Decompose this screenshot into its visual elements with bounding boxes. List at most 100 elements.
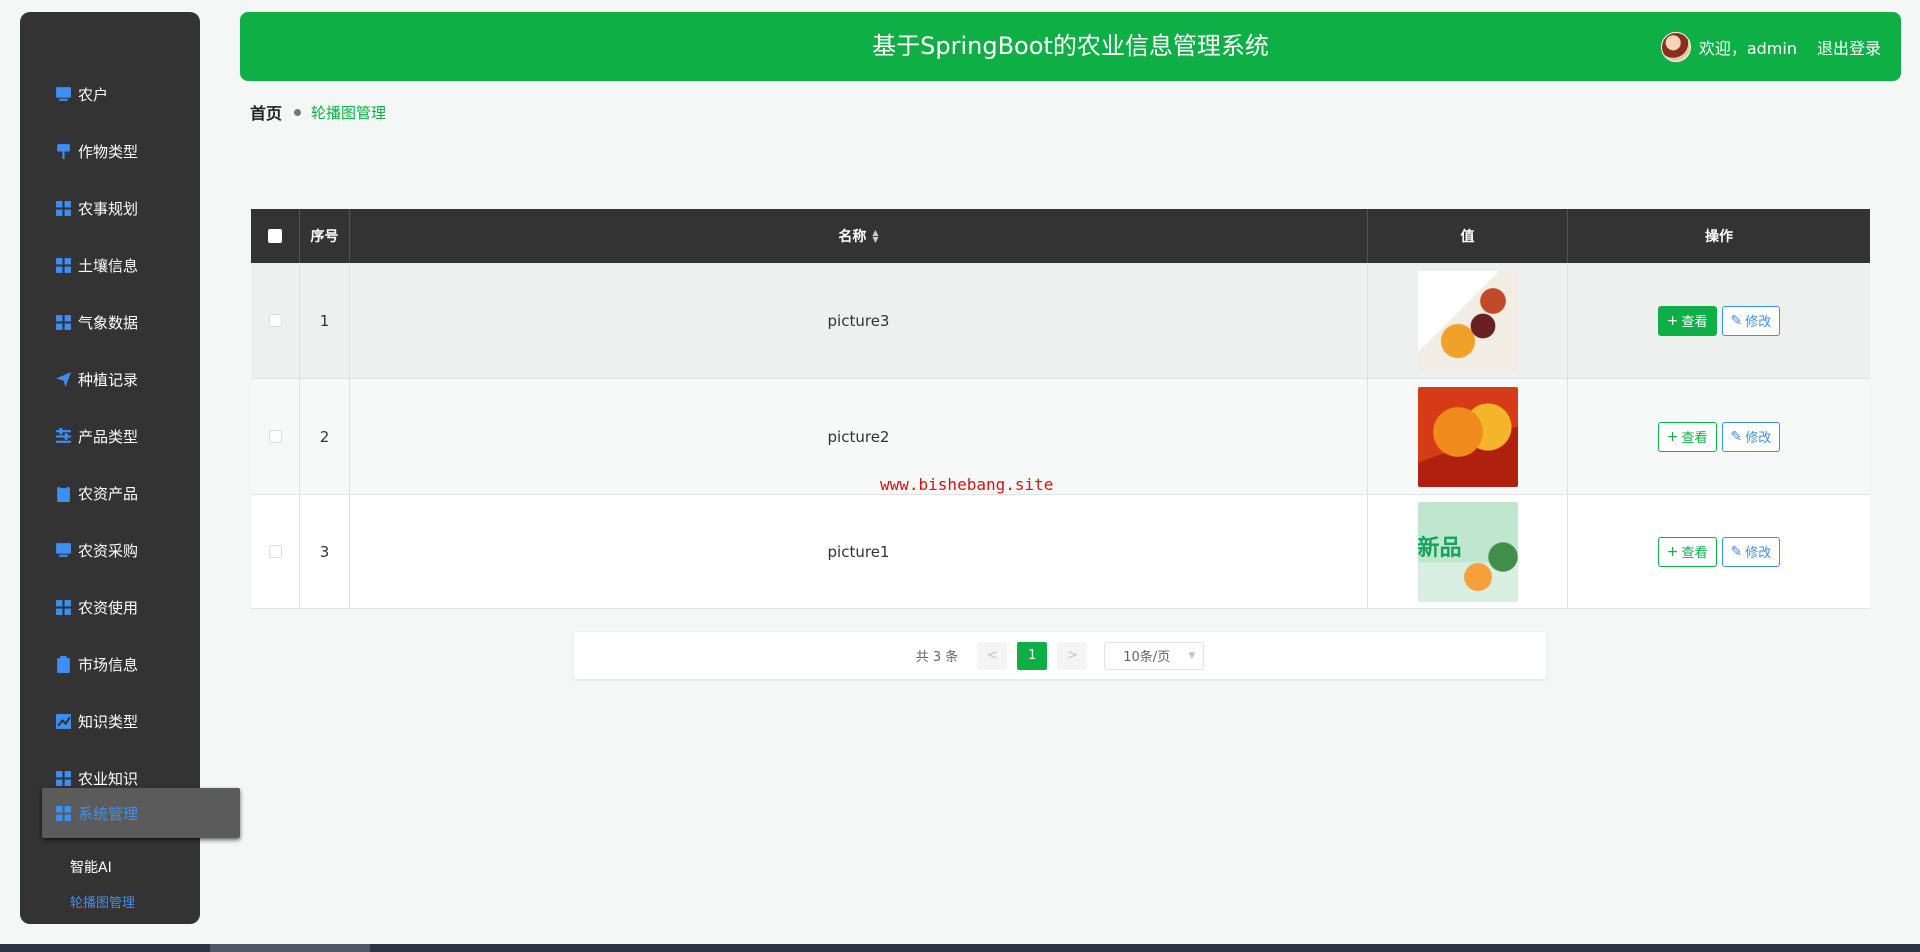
- breadcrumb: 首页 轮播图管理: [250, 100, 386, 124]
- view-label: 查看: [1681, 431, 1708, 446]
- sidebar-item-label: 农户: [78, 85, 109, 104]
- thumbnail-text: 新品: [1417, 535, 1462, 561]
- header-index: 序号: [300, 209, 350, 263]
- row-select-cell: [251, 263, 300, 378]
- grid-icon: [55, 314, 72, 331]
- grid-icon: [55, 200, 72, 217]
- row-operations: + 查看 ✎ 修改: [1568, 379, 1870, 494]
- monitor-icon: [55, 86, 72, 103]
- sidebar-item-label: 种植记录: [78, 370, 139, 389]
- sidebar-item-market-info[interactable]: 市场信息: [20, 644, 200, 684]
- header-name[interactable]: 名称 ▲ ▼: [350, 209, 1368, 263]
- sidebar-item-label: 产品类型: [78, 427, 139, 446]
- grid-icon: [55, 599, 72, 616]
- sidebar-item-label: 土壤信息: [78, 256, 139, 275]
- plus-icon: +: [1666, 312, 1679, 329]
- taskbar-active-item[interactable]: [210, 944, 370, 952]
- row-checkbox[interactable]: [268, 545, 282, 558]
- sidebar-item-planting-record[interactable]: 种植记录: [20, 359, 200, 399]
- pagination: 共 3 条 < 1 > 10条/页 ▼: [574, 632, 1546, 679]
- sidebar-item-label: 农事规划: [78, 199, 139, 218]
- plus-icon: +: [1666, 543, 1679, 560]
- breadcrumb-home[interactable]: 首页: [250, 100, 282, 124]
- sidebar-item-soil-info[interactable]: 土壤信息: [20, 245, 200, 285]
- sidebar-item-label: 作物类型: [78, 142, 139, 161]
- sidebar-item-knowledge-type[interactable]: 知识类型: [20, 701, 200, 741]
- clipboard-x-icon: [55, 484, 72, 502]
- sidebar: 农户 作物类型 农事规划 土壤信息 气象数据 种植记录 产品类型 农资产品 农资…: [20, 12, 240, 924]
- sidebar-item-label: 系统管理: [78, 804, 139, 823]
- prev-page-button[interactable]: <: [977, 641, 1008, 670]
- row-index: 2: [300, 379, 350, 494]
- next-page-button[interactable]: >: [1057, 641, 1088, 670]
- user-box: 欢迎，admin 退出登录: [1660, 12, 1881, 81]
- breadcrumb-separator: [294, 108, 302, 116]
- row-value: 新品: [1368, 495, 1568, 608]
- monitor-icon: [55, 542, 72, 559]
- edit-label: 修改: [1745, 431, 1772, 446]
- sliders-icon: [55, 427, 72, 445]
- select-all-checkbox[interactable]: [268, 229, 282, 243]
- pin-icon: [55, 143, 72, 160]
- sidebar-item-label: 农资使用: [78, 598, 139, 617]
- sidebar-item-farm-plan[interactable]: 农事规划: [20, 188, 200, 228]
- view-button[interactable]: + 查看: [1657, 421, 1717, 452]
- row-index: 3: [300, 495, 350, 608]
- table-row: 3 picture1 新品 + 查看 ✎ 修改: [251, 495, 1870, 609]
- chevron-down-icon: ▼: [1188, 650, 1196, 661]
- edit-label: 修改: [1745, 546, 1772, 561]
- view-button[interactable]: + 查看: [1657, 305, 1717, 336]
- edit-label: 修改: [1745, 315, 1772, 330]
- header-select-all: [251, 209, 300, 263]
- table-row: 2 picture2 + 查看 ✎ 修改: [251, 379, 1870, 495]
- view-label: 查看: [1681, 546, 1708, 561]
- row-checkbox[interactable]: [268, 430, 282, 443]
- pagination-total: 共 3 条: [915, 650, 959, 665]
- grid-icon: [55, 770, 72, 787]
- row-value: [1368, 263, 1568, 378]
- row-value: [1368, 379, 1568, 494]
- grid-icon: [55, 257, 72, 274]
- submenu-item-carousel-management[interactable]: 轮播图管理: [70, 892, 135, 911]
- table-row: 1 picture3 + 查看 ✎ 修改: [251, 263, 1870, 379]
- sidebar-item-crop-type[interactable]: 作物类型: [20, 131, 200, 171]
- edit-icon: ✎: [1730, 428, 1743, 445]
- taskbar: [0, 944, 1920, 952]
- sidebar-item-agri-usage[interactable]: 农资使用: [20, 587, 200, 627]
- sidebar-item-system-management[interactable]: 系统管理: [42, 788, 240, 838]
- grid-icon: [55, 805, 72, 822]
- page-number[interactable]: 1: [1017, 641, 1048, 670]
- page-size-value: 10条/页: [1123, 650, 1171, 665]
- page-size-select[interactable]: 10条/页 ▼: [1104, 641, 1205, 670]
- header-operations: 操作: [1705, 229, 1733, 245]
- chart-icon: [55, 713, 72, 730]
- row-checkbox[interactable]: [268, 314, 282, 327]
- sidebar-item-farmer[interactable]: 农户: [20, 74, 200, 114]
- sidebar-item-product-type[interactable]: 产品类型: [20, 416, 200, 456]
- table-header: 序号 名称 ▲ ▼ 值 操作: [251, 209, 1870, 263]
- edit-button[interactable]: ✎ 修改: [1721, 421, 1781, 452]
- row-operations: + 查看 ✎ 修改: [1568, 495, 1870, 608]
- carousel-table: 序号 名称 ▲ ▼ 值 操作 1 picture3 + 查看 ✎ 修改 2 pictu…: [251, 209, 1870, 609]
- row-operations: + 查看 ✎ 修改: [1568, 263, 1870, 378]
- sidebar-item-agri-purchase[interactable]: 农资采购: [20, 530, 200, 570]
- sidebar-item-weather-data[interactable]: 气象数据: [20, 302, 200, 342]
- view-button[interactable]: + 查看: [1657, 536, 1717, 567]
- edit-button[interactable]: ✎ 修改: [1721, 305, 1781, 336]
- row-select-cell: [251, 379, 300, 494]
- sidebar-item-label: 农资产品: [78, 484, 139, 503]
- send-icon: [55, 371, 72, 388]
- sidebar-item-label: 农业知识: [78, 769, 139, 788]
- edit-button[interactable]: ✎ 修改: [1721, 536, 1781, 567]
- sidebar-item-label: 农资采购: [78, 541, 139, 560]
- sidebar-item-agri-product[interactable]: 农资产品: [20, 473, 200, 513]
- logout-button[interactable]: 退出登录: [1817, 35, 1881, 59]
- avatar[interactable]: [1660, 31, 1691, 62]
- row-name: picture1: [350, 495, 1368, 608]
- top-header: 基于SpringBoot的农业信息管理系统 欢迎，admin 退出登录: [240, 12, 1901, 81]
- header-name-label: 名称: [838, 229, 867, 245]
- submenu-item-smart-ai[interactable]: 智能AI: [70, 857, 112, 877]
- row-select-cell: [251, 495, 300, 608]
- thumbnail-image: [1417, 270, 1518, 371]
- sort-icon[interactable]: ▲ ▼: [872, 229, 878, 244]
